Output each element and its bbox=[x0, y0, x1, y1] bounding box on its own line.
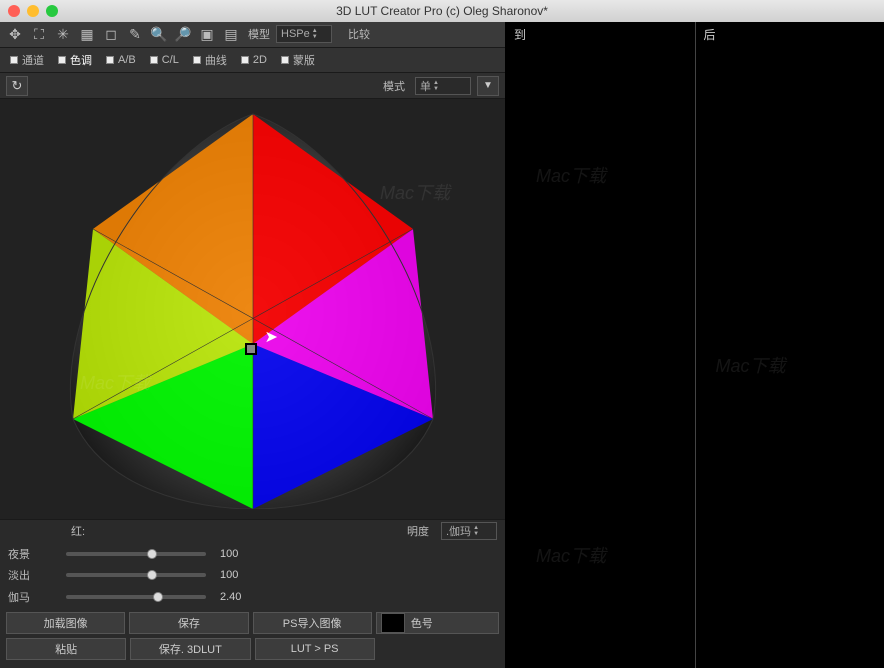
reset-button[interactable]: ↻ bbox=[6, 76, 28, 96]
watermark: Mac下载 bbox=[716, 352, 786, 378]
brightness-dropdown[interactable]: .伽玛 ▲▼ bbox=[441, 522, 497, 540]
mode-value: 单 bbox=[420, 78, 431, 94]
slider-label: 淡出 bbox=[8, 567, 52, 583]
tab-cl[interactable]: C/L bbox=[144, 50, 185, 70]
zoom-out-icon[interactable]: 🔎 bbox=[172, 24, 194, 44]
load-image-button[interactable]: 加载图像 bbox=[6, 612, 125, 634]
tab-ab[interactable]: A/B bbox=[100, 50, 142, 70]
slider-gamma: 伽马 2.40 bbox=[0, 586, 505, 608]
main-toolbar: ✥ ⛶ ✳ ▦ ◻ ✎ 🔍 🔎 ▣ ▤ 模型 HSPe ▲▼ 比较 bbox=[0, 22, 505, 48]
close-window-button[interactable] bbox=[8, 5, 20, 17]
fit-tool-icon[interactable]: ⛶ bbox=[28, 24, 50, 44]
tab-label: 2D bbox=[253, 54, 267, 66]
preview-area: 到 Mac下载 Mac下载 后 Mac下载 bbox=[506, 22, 884, 668]
spinner-arrows-icon[interactable]: ▲▼ bbox=[312, 28, 318, 40]
ps-import-button[interactable]: PS导入图像 bbox=[253, 612, 372, 634]
zoom-in-icon[interactable]: 🔍 bbox=[148, 24, 170, 44]
tab-curves[interactable]: 曲线 bbox=[187, 50, 233, 70]
label-row: 红: 明度 .伽玛 ▲▼ bbox=[0, 519, 505, 543]
color-hexagon[interactable]: ➤ bbox=[33, 109, 473, 509]
left-panel: ✥ ⛶ ✳ ▦ ◻ ✎ 🔍 🔎 ▣ ▤ 模型 HSPe ▲▼ 比较 通道 色调 … bbox=[0, 22, 506, 668]
slider-label: 夜景 bbox=[8, 546, 52, 562]
save-button[interactable]: 保存 bbox=[129, 612, 248, 634]
zoom-window-button[interactable] bbox=[46, 5, 58, 17]
spinner-arrows-icon[interactable]: ▲▼ bbox=[473, 525, 479, 537]
slider-label: 伽马 bbox=[8, 589, 52, 605]
color-picker-handle[interactable] bbox=[245, 343, 257, 355]
mode-label: 模式 bbox=[379, 78, 409, 94]
crop-tool-icon[interactable]: ▣ bbox=[196, 24, 218, 44]
center-tool-icon[interactable]: ✳ bbox=[52, 24, 74, 44]
checkbox-icon[interactable] bbox=[241, 56, 249, 64]
brightness-label: 明度 bbox=[403, 523, 433, 539]
checkbox-icon[interactable] bbox=[58, 56, 66, 64]
slider-value: 2.40 bbox=[220, 591, 260, 603]
tab-label: 色调 bbox=[70, 52, 92, 68]
tab-mask[interactable]: 蒙版 bbox=[275, 50, 321, 70]
compare-label[interactable]: 比较 bbox=[344, 26, 374, 42]
model-value: HSPe bbox=[281, 28, 310, 40]
window-controls bbox=[8, 5, 58, 17]
preview-before[interactable]: 到 Mac下载 Mac下载 bbox=[506, 22, 696, 668]
slider-fade: 淡出 100 bbox=[0, 565, 505, 587]
slider-night: 夜景 100 bbox=[0, 543, 505, 565]
button-area: 加载图像 保存 PS导入图像 色号 粘贴 保存. 3DLUT LUT > PS bbox=[0, 608, 505, 668]
grid-tool-icon[interactable]: ▦ bbox=[76, 24, 98, 44]
checkbox-icon[interactable] bbox=[150, 56, 158, 64]
slider-value: 100 bbox=[220, 569, 260, 581]
select-tool-icon[interactable]: ◻ bbox=[100, 24, 122, 44]
slider-track[interactable] bbox=[66, 552, 206, 556]
layout-tool-icon[interactable]: ▤ bbox=[220, 24, 242, 44]
checkbox-icon[interactable] bbox=[106, 56, 114, 64]
tab-channel[interactable]: 通道 bbox=[4, 50, 50, 70]
slider-track[interactable] bbox=[66, 595, 206, 599]
checkbox-icon[interactable] bbox=[10, 56, 18, 64]
checkbox-icon[interactable] bbox=[281, 56, 289, 64]
tab-label: A/B bbox=[118, 54, 136, 66]
mode-row: ↻ 模式 单 ▲▼ ▼ bbox=[0, 73, 505, 99]
cursor-icon: ➤ bbox=[265, 327, 278, 347]
tabs-row: 通道 色调 A/B C/L 曲线 2D 蒙版 bbox=[0, 48, 505, 74]
color-swatch[interactable] bbox=[381, 613, 405, 633]
hexagon-svg bbox=[33, 109, 473, 509]
model-label: 模型 bbox=[244, 26, 274, 42]
move-tool-icon[interactable]: ✥ bbox=[4, 24, 26, 44]
brightness-value: .伽玛 bbox=[446, 523, 471, 539]
paste-button[interactable]: 粘贴 bbox=[6, 638, 126, 660]
tab-label: 曲线 bbox=[205, 52, 227, 68]
mode-spinner[interactable]: 单 ▲▼ bbox=[415, 77, 471, 95]
color-hexagon-panel: ➤ Mac下载 Mac下载 bbox=[0, 99, 505, 519]
slider-thumb[interactable] bbox=[153, 592, 163, 602]
minimize-window-button[interactable] bbox=[27, 5, 39, 17]
tab-hue[interactable]: 色调 bbox=[52, 50, 98, 70]
slider-thumb[interactable] bbox=[147, 549, 157, 559]
preset-dropdown-button[interactable]: ▼ bbox=[477, 76, 499, 96]
color-code-area[interactable]: 色号 bbox=[376, 612, 499, 634]
preview-after[interactable]: 后 Mac下载 bbox=[696, 22, 884, 668]
tab-label: 通道 bbox=[22, 52, 44, 68]
slider-track[interactable] bbox=[66, 573, 206, 577]
slider-value: 100 bbox=[220, 548, 260, 560]
lut-to-ps-button[interactable]: LUT > PS bbox=[255, 638, 375, 660]
red-label: 红: bbox=[8, 523, 148, 539]
save-3dlut-button[interactable]: 保存. 3DLUT bbox=[130, 638, 250, 660]
color-code-label: 色号 bbox=[411, 615, 433, 631]
tab-label: 蒙版 bbox=[293, 52, 315, 68]
tab-2d[interactable]: 2D bbox=[235, 50, 273, 70]
preview-after-label: 后 bbox=[704, 26, 716, 43]
title-bar: 3D LUT Creator Pro (c) Oleg Sharonov* bbox=[0, 0, 884, 22]
watermark: Mac下载 bbox=[536, 542, 606, 568]
model-spinner[interactable]: HSPe ▲▼ bbox=[276, 25, 332, 43]
window-title: 3D LUT Creator Pro (c) Oleg Sharonov* bbox=[0, 4, 884, 18]
watermark: Mac下载 bbox=[536, 162, 606, 188]
spinner-arrows-icon[interactable]: ▲▼ bbox=[433, 80, 439, 92]
tab-label: C/L bbox=[162, 54, 179, 66]
slider-thumb[interactable] bbox=[147, 570, 157, 580]
preview-before-label: 到 bbox=[514, 26, 526, 43]
eyedropper-tool-icon[interactable]: ✎ bbox=[124, 24, 146, 44]
checkbox-icon[interactable] bbox=[193, 56, 201, 64]
